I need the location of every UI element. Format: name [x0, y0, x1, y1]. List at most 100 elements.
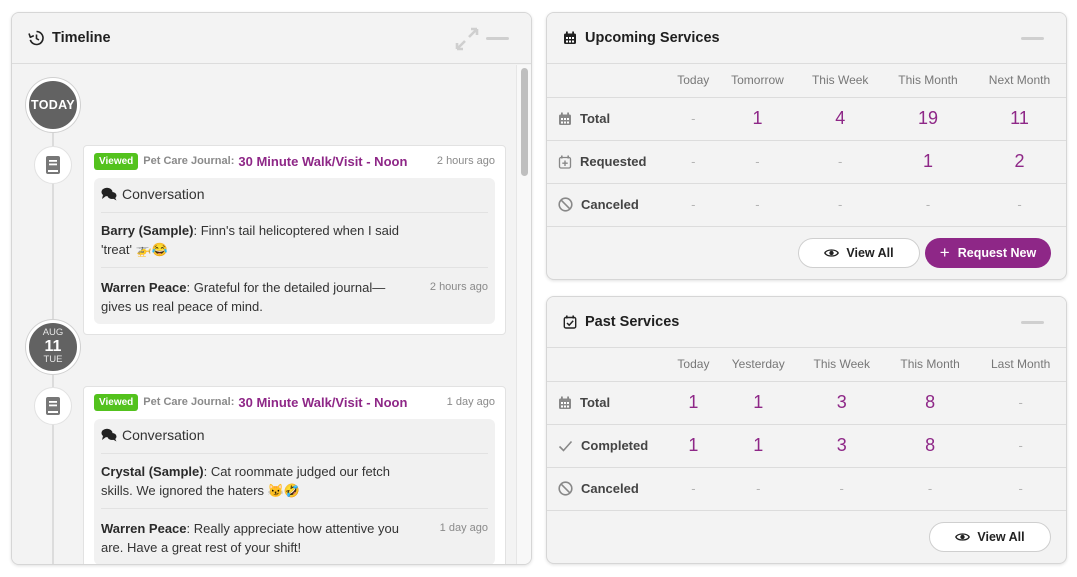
table-cell: - — [717, 183, 798, 227]
table-cell[interactable]: 1 — [717, 97, 798, 141]
column-header: Today — [669, 64, 718, 98]
table-cell[interactable]: 1 — [717, 424, 799, 468]
scrollbar-thumb[interactable] — [521, 68, 528, 176]
table-cell[interactable]: 2 — [972, 140, 1066, 184]
calendar-icon — [559, 396, 571, 409]
panel-title: Timeline — [52, 30, 111, 46]
upcoming-services-panel: Upcoming Services Today Tomorrow This We… — [546, 12, 1067, 280]
column-header: This Week — [797, 64, 883, 98]
minimize-button[interactable] — [486, 37, 509, 40]
table-cell: - — [975, 424, 1066, 468]
minimize-button[interactable] — [1021, 37, 1044, 40]
view-all-button[interactable]: View All — [798, 237, 920, 268]
row-label-text: Total — [580, 111, 611, 126]
message-author: Crystal (Sample) — [101, 464, 204, 479]
table-cell[interactable]: 19 — [883, 97, 973, 141]
table-cell: - — [669, 140, 718, 184]
column-header: Today — [669, 348, 718, 382]
entry-time: 2 hours ago — [436, 155, 495, 167]
conversation-heading: Conversation — [101, 186, 488, 213]
expand-icon[interactable] — [453, 25, 481, 53]
column-header: This Week — [798, 348, 885, 382]
message-author: Warren Peace — [101, 521, 187, 536]
message-time: 2 hours ago — [429, 281, 488, 293]
date-day: 11 — [44, 338, 62, 355]
table-cell: - — [717, 140, 798, 184]
journal-card[interactable]: Viewed Pet Care Journal: 30 Minute Walk/… — [83, 145, 506, 335]
message-author: Barry (Sample) — [101, 223, 194, 238]
date-marker: AUG 11 TUE — [26, 320, 80, 374]
table-cell: - — [798, 467, 885, 511]
row-label: Completed — [547, 424, 669, 468]
message-author: Warren Peace — [101, 280, 187, 295]
message: Barry (Sample): Finn's tail helicoptered… — [101, 221, 488, 259]
book-icon — [46, 156, 60, 174]
table-row: Total - 1 4 19 11 — [547, 97, 1066, 141]
table-row: Canceled - - - - - — [547, 467, 1066, 511]
past-table: Today Yesterday This Week This Month Las… — [547, 348, 1066, 511]
timeline-feed: TODAY Viewed Pet Care Journal: 30 Minute… — [12, 65, 531, 564]
calendar-check-icon — [563, 315, 577, 329]
view-all-label: View All — [977, 529, 1025, 544]
upcoming-header: Upcoming Services — [547, 13, 1066, 64]
panel-title: Past Services — [585, 314, 680, 330]
journal-link[interactable]: 30 Minute Walk/Visit - Noon — [238, 395, 407, 410]
table-cell: - — [669, 183, 718, 227]
column-header: Tomorrow — [717, 64, 798, 98]
calendar-icon — [564, 31, 576, 44]
column-header — [547, 348, 669, 382]
calendar-icon — [559, 112, 571, 125]
table-cell[interactable]: 3 — [798, 424, 885, 468]
date-month: AUG — [42, 327, 64, 338]
conversation-box: Conversation Crystal (Sample): Cat roomm… — [94, 419, 495, 564]
row-label: Requested — [547, 140, 669, 184]
table-cell[interactable]: 3 — [798, 381, 885, 425]
timeline-scrollbar[interactable] — [516, 65, 531, 564]
row-label: Total — [547, 381, 669, 425]
status-badge: Viewed — [94, 393, 139, 411]
row-label: Canceled — [547, 467, 669, 511]
conversation-heading: Conversation — [101, 427, 488, 454]
row-label-text: Completed — [581, 438, 649, 453]
ban-icon — [558, 481, 573, 496]
journal-entry-icon — [34, 146, 72, 184]
table-cell[interactable]: 1 — [669, 424, 718, 468]
table-cell[interactable]: 1 — [883, 140, 973, 184]
journal-label: Pet Care Journal: — [143, 396, 235, 408]
upcoming-footer: View All + Request New — [547, 227, 1066, 279]
table-header-row: Today Tomorrow This Week This Month Next… — [547, 64, 1066, 98]
column-header: Yesterday — [717, 348, 799, 382]
conversation-box: Conversation Barry (Sample): Finn's tail… — [94, 178, 495, 324]
history-icon — [28, 30, 44, 46]
row-label-text: Total — [580, 395, 611, 410]
journal-link[interactable]: 30 Minute Walk/Visit - Noon — [238, 154, 407, 169]
table-cell[interactable]: 4 — [797, 97, 883, 141]
row-label: Total — [547, 97, 669, 141]
table-cell[interactable]: 8 — [884, 381, 976, 425]
table-cell[interactable]: 8 — [884, 424, 976, 468]
eye-icon — [955, 532, 971, 541]
view-all-label: View All — [846, 245, 894, 260]
status-badge: Viewed — [94, 152, 139, 170]
table-row: Completed 1 1 3 8 - — [547, 424, 1066, 468]
past-footer: View All — [547, 511, 1066, 563]
table-cell: - — [972, 183, 1066, 227]
minimize-button[interactable] — [1021, 321, 1044, 324]
table-cell: - — [717, 467, 799, 511]
row-label-text: Requested — [580, 154, 647, 169]
book-icon — [46, 397, 60, 415]
request-new-button[interactable]: + Request New — [925, 237, 1051, 268]
journal-entry-icon — [34, 387, 72, 425]
table-cell: - — [797, 140, 883, 184]
row-label: Canceled — [547, 183, 669, 227]
table-cell[interactable]: 1 — [717, 381, 799, 425]
journal-card[interactable]: Viewed Pet Care Journal: 30 Minute Walk/… — [83, 386, 506, 564]
table-cell: - — [797, 183, 883, 227]
table-cell[interactable]: 11 — [972, 97, 1066, 141]
table-cell[interactable]: 1 — [669, 381, 718, 425]
calendar-plus-icon — [558, 155, 572, 169]
view-all-button[interactable]: View All — [929, 521, 1051, 552]
message-time: 1 day ago — [439, 522, 488, 534]
message: Warren Peace: Really appreciate how atte… — [101, 508, 488, 557]
row-label-text: Canceled — [581, 481, 639, 496]
